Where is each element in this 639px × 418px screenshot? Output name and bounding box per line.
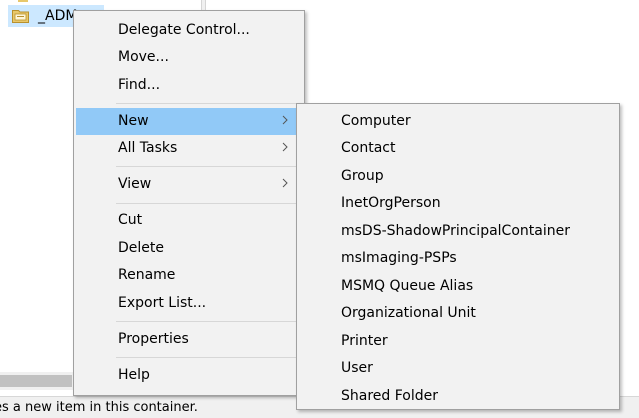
menu-item-delete[interactable]: Delete (76, 235, 302, 262)
menu-item-label: User (341, 360, 373, 376)
menu-item-label: New (118, 113, 149, 129)
menu-item-label: Rename (118, 267, 176, 283)
submenu-item-contact[interactable]: Contact (299, 135, 617, 162)
menu-item-properties[interactable]: Properties (76, 326, 302, 353)
submenu-item-user[interactable]: User (299, 355, 617, 382)
menu-item-label: MSMQ Queue Alias (341, 278, 474, 294)
chevron-right-icon (282, 142, 288, 152)
menu-item-new[interactable]: New (76, 108, 302, 135)
menu-item-help[interactable]: Help (76, 362, 302, 389)
menu-item-label: Printer (341, 333, 388, 349)
menu-separator (116, 166, 302, 167)
tree-item-label: _ADM (38, 8, 78, 24)
new-submenu: Computer Contact Group InetOrgPerson msD… (296, 103, 620, 410)
menu-item-label: Find... (118, 77, 161, 93)
submenu-item-computer[interactable]: Computer (299, 108, 617, 135)
menu-separator (116, 103, 302, 104)
submenu-item-msmq-queue-alias[interactable]: MSMQ Queue Alias (299, 273, 617, 300)
tree-item-partial (18, 0, 28, 2)
status-text: es a new item in this container. (0, 400, 198, 415)
menu-item-label: Cut (118, 212, 143, 228)
menu-item-label: Export List... (118, 295, 207, 311)
menu-item-label: InetOrgPerson (341, 195, 441, 211)
menu-item-label: Delegate Control... (118, 22, 250, 38)
menu-item-cut[interactable]: Cut (76, 207, 302, 234)
submenu-item-group[interactable]: Group (299, 163, 617, 190)
scrollbar-thumb[interactable] (0, 375, 72, 387)
context-menu: Delegate Control... Move... Find... New … (73, 10, 305, 396)
menu-item-label: Delete (118, 240, 164, 256)
menu-item-label: Help (118, 367, 150, 383)
menu-item-label: All Tasks (118, 140, 178, 156)
menu-separator (116, 357, 302, 358)
menu-item-delegate-control[interactable]: Delegate Control... (76, 17, 302, 44)
menu-separator (116, 203, 302, 204)
menu-item-find[interactable]: Find... (76, 72, 302, 99)
submenu-item-organizational-unit[interactable]: Organizational Unit (299, 300, 617, 327)
menu-item-label: Move... (118, 49, 169, 65)
menu-item-label: View (118, 176, 152, 192)
submenu-item-printer[interactable]: Printer (299, 328, 617, 355)
menu-item-label: Shared Folder (341, 388, 439, 404)
submenu-item-shared-folder[interactable]: Shared Folder (299, 383, 617, 410)
chevron-right-icon (282, 178, 288, 188)
menu-item-label: Properties (118, 331, 189, 347)
submenu-item-inetorgperson[interactable]: InetOrgPerson (299, 190, 617, 217)
menu-separator (116, 321, 302, 322)
menu-item-move[interactable]: Move... (76, 44, 302, 71)
menu-item-rename[interactable]: Rename (76, 262, 302, 289)
menu-item-label: msImaging-PSPs (341, 250, 457, 266)
menu-item-all-tasks[interactable]: All Tasks (76, 135, 302, 162)
menu-item-label: Computer (341, 113, 411, 129)
menu-item-view[interactable]: View (76, 171, 302, 198)
menu-item-export-list[interactable]: Export List... (76, 290, 302, 317)
menu-item-label: Contact (341, 140, 396, 156)
submenu-item-msimaging-psps[interactable]: msImaging-PSPs (299, 245, 617, 272)
menu-item-label: msDS-ShadowPrincipalContainer (341, 223, 570, 239)
chevron-right-icon (282, 115, 288, 125)
menu-item-label: Organizational Unit (341, 305, 476, 321)
menu-item-label: Group (341, 168, 384, 184)
folder-icon (12, 10, 29, 23)
submenu-item-msds-shadow-principal-container[interactable]: msDS-ShadowPrincipalContainer (299, 218, 617, 245)
app-window: _ADM es a new item in this container. De… (0, 0, 639, 418)
